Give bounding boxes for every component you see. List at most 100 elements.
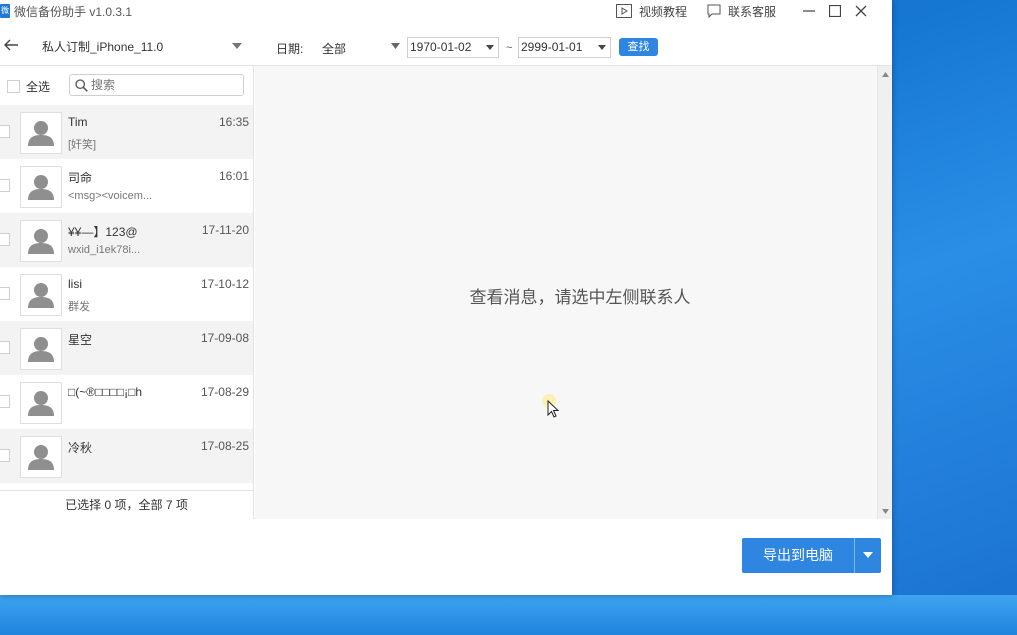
default-avatar-icon (28, 121, 54, 146)
play-icon (615, 4, 632, 18)
contact-name: 星空 (68, 333, 93, 347)
search-icon (75, 78, 88, 92)
search-input[interactable] (91, 78, 231, 92)
contact-checkbox[interactable] (0, 449, 10, 462)
contact-support-label: 联系客服 (727, 4, 776, 19)
contact-checkbox[interactable] (0, 125, 10, 138)
chevron-down-icon (598, 45, 606, 50)
video-tutorial-button[interactable]: 视频教程 (615, 3, 687, 20)
contact-pane: 全选 Tim [奸笑] 16:35 司命 <msg><voicem... 16:01 ¥¥—… (0, 66, 254, 519)
desktop-taskbar-glow (0, 595, 1017, 635)
chat-icon (707, 4, 721, 18)
arrow-left-icon (4, 39, 18, 51)
avatar (20, 328, 62, 370)
contact-time: 17-08-25 (200, 439, 249, 453)
contact-name: 冷秋 (68, 441, 93, 455)
start-date-value: 1970-01-02 (410, 40, 472, 54)
contact-row[interactable]: □(~®□□□□¡□h 17-08-29 (0, 375, 253, 429)
app-title: 微信备份助手 v1.0.3.1 (14, 4, 133, 19)
default-avatar-icon (28, 229, 54, 254)
chevron-down-icon (391, 43, 400, 49)
contact-checkbox[interactable] (0, 287, 10, 300)
contact-checkbox[interactable] (0, 179, 10, 192)
minimize-button[interactable] (796, 0, 822, 22)
minimize-icon (803, 10, 815, 12)
video-tutorial-label: 视频教程 (638, 4, 687, 19)
contact-support-button[interactable]: 联系客服 (707, 3, 776, 20)
contact-time: 17-08-29 (200, 385, 249, 399)
contact-name: □(~®□□□□¡□h (68, 385, 143, 399)
contact-row[interactable]: ¥¥—】123@ wxid_i1ek78i... 17-11-20 (0, 213, 253, 267)
main-content: 全选 Tim [奸笑] 16:35 司命 <msg><voicem... 16:01 ¥¥—… (0, 65, 892, 519)
contact-row[interactable]: 星空 17-09-08 (0, 321, 253, 375)
chevron-down-icon (486, 45, 494, 50)
empty-state-message: 查看消息，请选中左侧联系人 (469, 288, 691, 307)
app-window: 微 微信备份助手 v1.0.3.1 视频教程 联系客服 私人订制_iPhone_… (0, 0, 892, 595)
contact-name: 司命 (68, 171, 93, 185)
contact-time: 17-10-12 (200, 277, 249, 291)
select-all-checkbox[interactable] (7, 80, 20, 93)
end-date-picker[interactable]: 2999-01-01 (518, 37, 611, 58)
chevron-down-icon (232, 43, 242, 49)
export-options-dropdown[interactable] (854, 538, 881, 573)
avatar (20, 382, 62, 424)
date-range-select[interactable]: 全部 (322, 40, 402, 57)
contact-checkbox[interactable] (0, 341, 10, 354)
contact-row[interactable]: Tim [奸笑] 16:35 (0, 105, 253, 159)
contact-name: ¥¥—】123@ (68, 225, 138, 239)
contact-time: 16:01 (218, 169, 249, 183)
close-icon (855, 5, 867, 17)
maximize-icon (829, 5, 841, 17)
account-select[interactable]: 私人订制_iPhone_11.0 (42, 38, 244, 56)
contact-checkbox[interactable] (0, 233, 10, 246)
contact-row[interactable]: lisi 群发 17-10-12 (0, 267, 253, 321)
date-separator: ~ (506, 42, 513, 54)
end-date-value: 2999-01-01 (521, 40, 583, 54)
date-label: 日期: (276, 42, 304, 56)
mouse-cursor-icon (547, 400, 559, 418)
start-date-picker[interactable]: 1970-01-02 (407, 37, 499, 58)
contact-name: lisi (68, 277, 82, 291)
contact-row[interactable]: 司命 <msg><voicem... 16:01 (0, 159, 253, 213)
close-button[interactable] (848, 0, 874, 22)
contact-time: 17-09-08 (200, 331, 249, 345)
default-avatar-icon (28, 283, 54, 308)
vertical-scrollbar[interactable] (877, 66, 892, 519)
contact-last-message: 群发 (68, 301, 90, 313)
title-bar: 微 微信备份助手 v1.0.3.1 视频教程 联系客服 (0, 0, 892, 22)
contact-last-message: wxid_i1ek78i... (68, 244, 141, 256)
contact-list: Tim [奸笑] 16:35 司命 <msg><voicem... 16:01 ¥¥—】12… (0, 105, 253, 490)
scroll-down-icon[interactable] (882, 509, 889, 514)
contact-search-box[interactable] (69, 74, 244, 96)
select-all-toggle[interactable]: 全选 (7, 78, 50, 95)
avatar (20, 274, 62, 316)
default-avatar-icon (28, 337, 54, 362)
avatar (20, 112, 62, 154)
back-button[interactable] (3, 38, 21, 54)
search-button[interactable]: 查找 (619, 38, 658, 56)
default-avatar-icon (28, 175, 54, 200)
default-avatar-icon (28, 445, 54, 470)
selection-summary: 已选择 0 项，全部 7 项 (0, 490, 253, 519)
scroll-up-icon[interactable] (882, 72, 889, 77)
export-to-computer-button[interactable]: 导出到电脑 (742, 538, 854, 573)
contact-row[interactable]: 冷秋 17-08-25 (0, 429, 253, 483)
avatar (20, 166, 62, 208)
avatar (20, 436, 62, 478)
title-bar-actions: 视频教程 联系客服 (615, 0, 874, 22)
default-avatar-icon (28, 391, 54, 416)
app-logo-icon: 微 (0, 4, 10, 18)
contact-last-message: [奸笑] (68, 139, 97, 151)
message-pane: 查看消息，请选中左侧联系人 (255, 66, 877, 519)
contact-checkbox[interactable] (0, 395, 10, 408)
account-select-value: 私人订制_iPhone_11.0 (42, 40, 164, 54)
contact-last-message: <msg><voicem... (68, 190, 153, 202)
contact-name: Tim (68, 115, 88, 129)
date-range-value: 全部 (322, 42, 347, 56)
contact-time: 16:35 (218, 115, 249, 129)
select-all-label: 全选 (26, 80, 51, 94)
caret-down-icon (863, 552, 873, 558)
contact-time: 17-11-20 (201, 223, 249, 237)
avatar (20, 220, 62, 262)
maximize-button[interactable] (822, 0, 848, 22)
